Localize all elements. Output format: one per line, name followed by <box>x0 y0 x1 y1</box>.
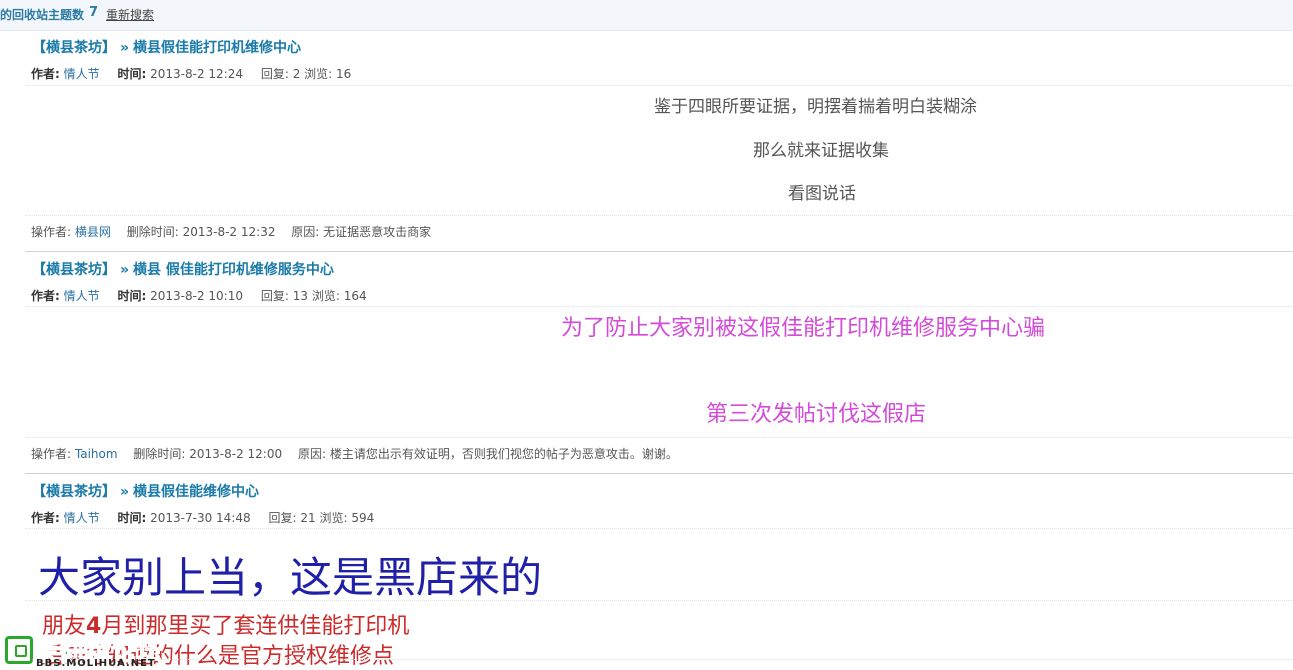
watermark-url: BBS.MOLIHUA.NET <box>36 658 156 669</box>
post-time: 2013-8-2 12:24 <box>150 67 243 81</box>
post-title-1[interactable]: 【横县茶坊】» 横县假佳能打印机维修中心 <box>32 37 301 57</box>
operator-link[interactable]: Taihom <box>75 447 118 461</box>
time-label: 时间: <box>117 511 147 525</box>
recycle-count: 7 <box>89 5 99 20</box>
divider <box>25 306 1293 307</box>
time-label: 时间: <box>117 289 147 303</box>
post-title-3[interactable]: 【横县茶坊】» 横县假佳能维修中心 <box>32 481 259 501</box>
post-body-line: 大家别上当，这是黑店来的 <box>38 553 543 602</box>
views-label: 浏览: <box>311 289 340 303</box>
divider <box>25 473 1293 474</box>
operator-label: 操作者: <box>31 447 72 461</box>
thread-title[interactable]: 横县假佳能维修中心 <box>133 484 259 500</box>
view-count: 164 <box>343 289 367 303</box>
author-link[interactable]: 情人节 <box>64 511 100 525</box>
reply-count: 13 <box>292 289 308 303</box>
thread-title[interactable]: 横县 假佳能打印机维修服务中心 <box>133 262 334 278</box>
author-label: 作者: <box>31 511 60 525</box>
post-time: 2013-8-2 10:10 <box>150 289 243 303</box>
thread-title[interactable]: 横县假佳能打印机维修中心 <box>133 40 301 56</box>
divider <box>25 251 1293 252</box>
post-body-line: 看图说话 <box>788 184 856 204</box>
post-body-line: 鉴于四眼所要证据，明摆着揣着明白装糊涂 <box>654 97 977 117</box>
deletion-info-1: 操作者: 横县网 删除时间: 2013-8-2 12:32 原因: 无证据恶意攻… <box>31 223 431 240</box>
logo-icon <box>5 636 33 664</box>
delete-reason: 楼主请您出示有效证明，否则我们视您的帖子为恶意攻击。谢谢。 <box>329 447 678 461</box>
post-meta-2: 作者: 情人节 时间: 2013-8-2 10:10 回复: 13 浏览: 16… <box>31 287 367 304</box>
operator-link[interactable]: 横县网 <box>75 225 111 239</box>
divider <box>25 215 1293 216</box>
reason-label: 原因: <box>291 225 320 239</box>
time-label: 时间: <box>117 67 147 81</box>
post-meta-1: 作者: 情人节 时间: 2013-8-2 12:24 回复: 2 浏览: 16 <box>31 65 351 82</box>
recycle-count-label: 的回收站主题数 <box>0 8 85 22</box>
recycle-bin-header: 的回收站主题数 7 重新搜索 <box>0 0 1293 31</box>
forum-watermark-logo: 茉莉花论坛 BBS.MOLIHUA.NET <box>3 634 171 670</box>
divider <box>25 437 1293 438</box>
arrow-icon: » <box>120 262 130 278</box>
research-link[interactable]: 重新搜索 <box>106 6 154 23</box>
divider <box>25 659 1293 660</box>
view-count: 594 <box>351 511 375 525</box>
board-link[interactable]: 【横县茶坊】 <box>32 484 116 500</box>
views-label: 浏览: <box>319 511 348 525</box>
replies-label: 回复: <box>260 289 289 303</box>
divider <box>25 600 1293 601</box>
post-body-line: 为了防止大家别被这假佳能打印机维修服务中心骗 <box>561 316 1046 341</box>
author-link[interactable]: 情人节 <box>64 67 100 81</box>
reply-count: 21 <box>300 511 316 525</box>
arrow-icon: » <box>120 40 130 56</box>
post-meta-3: 作者: 情人节 时间: 2013-7-30 14:48 回复: 21 浏览: 5… <box>31 509 374 526</box>
post-body-line: 那么就来证据收集 <box>753 141 889 161</box>
author-label: 作者: <box>31 67 60 81</box>
delete-time: 2013-8-2 12:00 <box>189 447 283 461</box>
author-label: 作者: <box>31 289 60 303</box>
reason-label: 原因: <box>297 447 326 461</box>
operator-label: 操作者: <box>31 225 72 239</box>
post-title-2[interactable]: 【横县茶坊】» 横县 假佳能打印机维修服务中心 <box>32 259 334 279</box>
delete-time-label: 删除时间: <box>126 225 179 239</box>
views-label: 浏览: <box>304 67 333 81</box>
reply-count: 2 <box>292 67 301 81</box>
replies-label: 回复: <box>268 511 297 525</box>
divider <box>25 85 1293 86</box>
post-body-line: 第三次发帖讨伐这假店 <box>706 402 927 427</box>
delete-reason: 无证据恶意攻击商家 <box>323 225 432 239</box>
arrow-icon: » <box>120 484 130 500</box>
delete-time-label: 删除时间: <box>133 447 186 461</box>
view-count: 16 <box>336 67 352 81</box>
replies-label: 回复: <box>260 67 289 81</box>
board-link[interactable]: 【横县茶坊】 <box>32 262 116 278</box>
post-time: 2013-7-30 14:48 <box>150 511 251 525</box>
board-link[interactable]: 【横县茶坊】 <box>32 40 116 56</box>
delete-time: 2013-8-2 12:32 <box>182 225 276 239</box>
divider <box>25 528 1293 529</box>
deletion-info-2: 操作者: Taihom 删除时间: 2013-8-2 12:00 原因: 楼主请… <box>31 445 678 462</box>
author-link[interactable]: 情人节 <box>64 289 100 303</box>
